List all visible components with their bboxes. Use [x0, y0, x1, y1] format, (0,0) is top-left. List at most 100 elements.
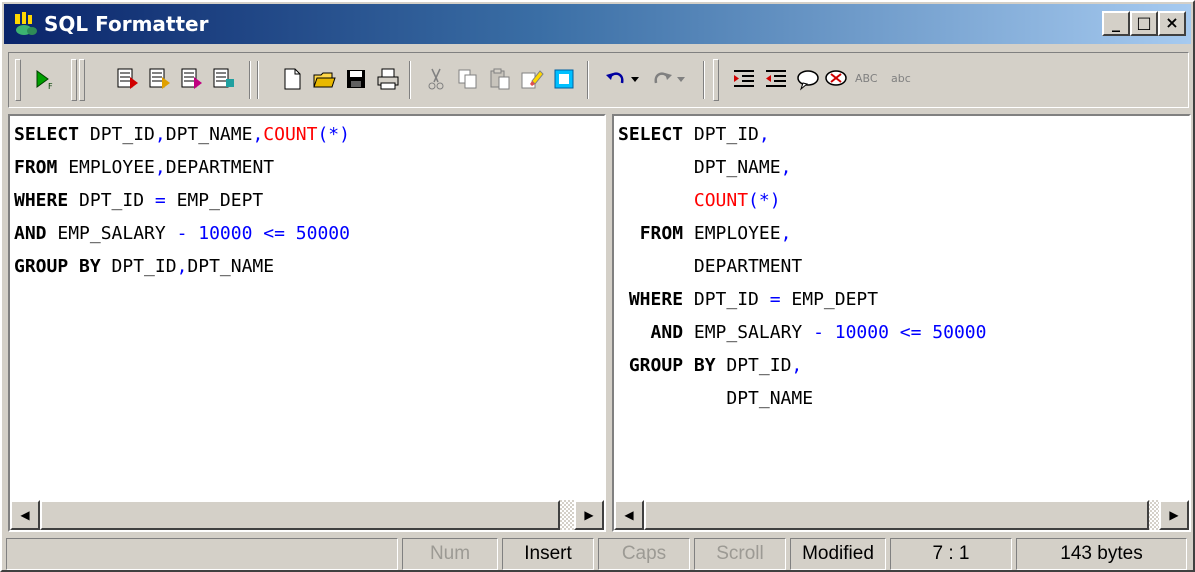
code-line[interactable]: SELECT DPT_ID,DPT_NAME,COUNT(*)	[14, 118, 600, 151]
print-button[interactable]	[373, 61, 403, 97]
cut-button[interactable]	[421, 61, 451, 97]
horizontal-scrollbar[interactable]: ◀ ▶	[614, 500, 1189, 530]
format-style-3-button[interactable]	[177, 61, 207, 97]
formatted-sql-text[interactable]: SELECT DPT_ID, DPT_NAME, COUNT(*) FROM E…	[618, 118, 1185, 415]
uppercase-button[interactable]: ABC	[855, 72, 878, 85]
sql-operator: =	[769, 289, 781, 310]
num-lock-indicator: Num	[402, 538, 498, 570]
scroll-right-button[interactable]: ▶	[574, 500, 604, 530]
scissors-icon	[428, 68, 444, 90]
app-icon	[15, 12, 37, 35]
format-style-1-button[interactable]	[113, 61, 143, 97]
sql-identifier: DPT_NAME	[165, 124, 253, 145]
sql-identifier: DPT_ID	[68, 190, 155, 211]
scroll-left-button[interactable]: ◀	[10, 500, 40, 530]
code-line[interactable]: DEPARTMENT	[618, 250, 1185, 283]
format-style-4-button[interactable]	[209, 61, 239, 97]
code-line[interactable]: FROM EMPLOYEE,DEPARTMENT	[14, 151, 600, 184]
code-line[interactable]: GROUP BY DPT_ID,DPT_NAME	[14, 250, 600, 283]
undo-dropdown-button[interactable]	[627, 61, 643, 97]
select-all-button[interactable]	[549, 61, 579, 97]
sql-operator: ,	[154, 124, 166, 145]
horizontal-scrollbar[interactable]: ◀ ▶	[10, 500, 604, 530]
toolbar-grip-2[interactable]	[71, 59, 77, 101]
svg-text:F: F	[48, 82, 53, 91]
sql-operator: ,	[780, 157, 792, 178]
indent-button[interactable]	[729, 61, 759, 97]
modified-indicator: Modified	[790, 538, 886, 570]
formatted-sql-editor[interactable]: SELECT DPT_ID, DPT_NAME, COUNT(*) FROM E…	[612, 114, 1191, 532]
sql-operator: ,	[252, 124, 264, 145]
lowercase-button[interactable]: abc	[891, 72, 911, 85]
document-format-icon	[213, 68, 234, 88]
toolbar: F ABC abc	[8, 52, 1189, 108]
format-run-button[interactable]: F	[29, 61, 59, 97]
code-line[interactable]: DPT_NAME	[618, 382, 1185, 415]
select-all-icon	[554, 69, 574, 89]
code-line[interactable]: FROM EMPLOYEE,	[618, 217, 1185, 250]
uncomment-button[interactable]	[821, 61, 851, 97]
code-line[interactable]: AND EMP_SALARY - 10000 <= 50000	[14, 217, 600, 250]
title-bar[interactable]: SQL Formatter _ □ ×	[4, 4, 1191, 44]
new-file-button[interactable]	[277, 61, 307, 97]
code-line[interactable]: WHERE DPT_ID = EMP_DEPT	[14, 184, 600, 217]
sql-identifier: DPT_ID	[715, 355, 792, 376]
caps-lock-indicator: Caps	[598, 538, 690, 570]
sql-operator: (*)	[317, 124, 350, 145]
file-size: 143 bytes	[1016, 538, 1187, 570]
sql-identifier: DPT_ID	[100, 256, 177, 277]
toolbar-separator	[587, 61, 589, 99]
scroll-thumb[interactable]	[644, 500, 1149, 530]
redo-icon	[654, 72, 672, 84]
sql-identifier: DPT_ID	[79, 124, 155, 145]
close-button[interactable]: ×	[1158, 11, 1186, 36]
status-bar: Num Insert Caps Scroll Modified 7 : 1 14…	[6, 538, 1189, 570]
redo-dropdown-button[interactable]	[673, 61, 689, 97]
format-style-2-button[interactable]	[145, 61, 175, 97]
sql-identifier: EMP_SALARY	[46, 223, 177, 244]
new-document-icon	[284, 68, 301, 90]
sql-identifier: EMPLOYEE	[57, 157, 155, 178]
outdent-button[interactable]	[761, 61, 791, 97]
code-line[interactable]: AND EMP_SALARY - 10000 <= 50000	[618, 316, 1185, 349]
minimize-button[interactable]: _	[1102, 11, 1130, 36]
code-line[interactable]: DPT_NAME,	[618, 151, 1185, 184]
comment-button[interactable]	[793, 61, 823, 97]
scroll-thumb[interactable]	[40, 500, 560, 530]
toolbar-grip-3[interactable]	[79, 59, 85, 101]
eraser-icon	[521, 70, 544, 89]
code-line[interactable]: SELECT DPT_ID,	[618, 118, 1185, 151]
sql-identifier: DPT_ID	[683, 289, 770, 310]
chevron-down-icon	[677, 77, 685, 82]
maximize-button[interactable]: □	[1130, 11, 1158, 36]
sql-identifier	[618, 190, 694, 211]
paste-button[interactable]	[485, 61, 515, 97]
sql-identifier: EMP_DEPT	[780, 289, 879, 310]
clear-button[interactable]	[517, 61, 547, 97]
insert-mode-indicator: Insert	[502, 538, 594, 570]
sql-identifier: DPT_NAME	[618, 388, 814, 409]
sql-identifier	[618, 322, 651, 343]
sql-operator: =	[154, 190, 166, 211]
source-sql-editor[interactable]: SELECT DPT_ID,DPT_NAME,COUNT(*) FROM EMPL…	[8, 114, 606, 532]
sql-keyword: AND	[650, 322, 684, 343]
sql-formatter-window: SQL Formatter _ □ × F ABC abc SELECT DPT…	[0, 0, 1195, 572]
copy-button[interactable]	[453, 61, 483, 97]
open-file-button[interactable]	[309, 61, 339, 97]
toolbar-grip-4[interactable]	[713, 59, 719, 101]
code-line[interactable]: COUNT(*)	[618, 184, 1185, 217]
save-file-button[interactable]	[341, 61, 371, 97]
toolbar-separator	[409, 61, 411, 99]
scroll-left-button[interactable]: ◀	[614, 500, 644, 530]
code-line[interactable]: WHERE DPT_ID = EMP_DEPT	[618, 283, 1185, 316]
printer-icon	[377, 68, 399, 90]
sql-identifier: EMP_DEPT	[165, 190, 264, 211]
scroll-right-button[interactable]: ▶	[1159, 500, 1189, 530]
toolbar-grip[interactable]	[15, 59, 21, 101]
sql-operator: (*)	[748, 190, 781, 211]
source-sql-text[interactable]: SELECT DPT_ID,DPT_NAME,COUNT(*) FROM EMPL…	[14, 118, 600, 283]
sql-function: COUNT	[263, 124, 318, 145]
sql-identifier: DPT_NAME	[618, 157, 781, 178]
code-line[interactable]: GROUP BY DPT_ID,	[618, 349, 1185, 382]
sql-identifier: DPT_ID	[683, 124, 759, 145]
